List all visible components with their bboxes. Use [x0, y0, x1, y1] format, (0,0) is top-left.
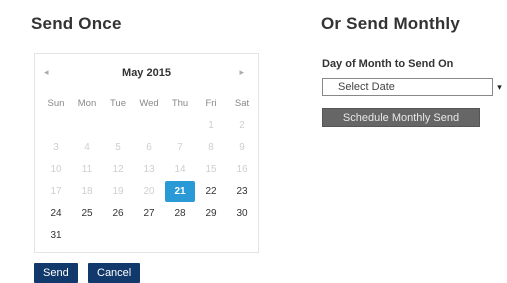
weekday-label: Sun: [47, 98, 65, 109]
day-of-month-select[interactable]: Select Date ▾: [322, 78, 506, 96]
calendar-grid: Sun Mon Tue Wed Thu Fri Sat 1 2 3 4 5 6 7 8 9 10 11 12 13 14…: [41, 93, 257, 246]
select-value: Select Date: [338, 81, 395, 93]
calendar-day-disabled: 1: [208, 120, 214, 131]
date-picker: ◂ May 2015 ▸ Sun Mon Tue Wed Thu Fri Sat 1 2 3 4 5 6…: [34, 53, 259, 253]
calendar-day[interactable]: 30: [227, 203, 257, 224]
calendar-day-disabled: 2: [239, 120, 245, 131]
calendar-empty-cell: [134, 225, 164, 246]
cancel-button[interactable]: Cancel: [88, 263, 141, 283]
weekday-label: Fri: [205, 98, 217, 109]
calendar-empty-cell: [72, 115, 102, 136]
calendar-month-title: May 2015: [122, 67, 171, 79]
calendar-day-disabled: 20: [143, 186, 155, 197]
next-month-icon[interactable]: ▸: [239, 67, 244, 78]
calendar-day-disabled: 10: [50, 164, 62, 175]
calendar-empty-cell: [72, 225, 102, 246]
weekday-label: Mon: [77, 98, 97, 109]
send-monthly-title: Or Send Monthly: [321, 14, 460, 33]
calendar-empty-cell: [134, 115, 164, 136]
calendar-day[interactable]: 28: [165, 203, 195, 224]
calendar-day-selected[interactable]: 21: [165, 181, 195, 202]
calendar-empty-cell: [196, 225, 226, 246]
calendar-empty-cell: [103, 115, 133, 136]
calendar-day-disabled: 7: [177, 142, 183, 153]
calendar-empty-cell: [165, 225, 195, 246]
chevron-down-icon: ▾: [492, 78, 506, 96]
calendar-day-disabled: 12: [112, 164, 124, 175]
day-of-month-label: Day of Month to Send On: [322, 58, 454, 70]
calendar-empty-cell: [103, 225, 133, 246]
calendar-day[interactable]: 27: [134, 203, 164, 224]
calendar-day-disabled: 15: [205, 164, 217, 175]
calendar-day-disabled: 6: [146, 142, 152, 153]
calendar-day-disabled: 4: [84, 142, 90, 153]
calendar-day-disabled: 8: [208, 142, 214, 153]
weekday-label: Wed: [139, 98, 159, 109]
calendar-empty-cell: [165, 115, 195, 136]
calendar-day-disabled: 14: [174, 164, 186, 175]
calendar-day-disabled: 18: [81, 186, 93, 197]
send-button[interactable]: Send: [34, 263, 78, 283]
calendar-day-disabled: 3: [53, 142, 59, 153]
calendar-header: ◂ May 2015 ▸: [35, 67, 258, 83]
calendar-day-disabled: 9: [239, 142, 245, 153]
calendar-day-disabled: 13: [143, 164, 155, 175]
calendar-day[interactable]: 23: [227, 181, 257, 202]
weekday-label: Tue: [109, 98, 127, 109]
schedule-monthly-send-button[interactable]: Schedule Monthly Send: [322, 108, 480, 127]
calendar-day[interactable]: 31: [41, 225, 71, 246]
calendar-day-disabled: 16: [236, 164, 248, 175]
calendar-day-disabled: 17: [50, 186, 62, 197]
weekday-label: Thu: [171, 98, 189, 109]
calendar-day-disabled: 11: [81, 164, 93, 175]
calendar-day-disabled: 5: [115, 142, 121, 153]
calendar-day[interactable]: 29: [196, 203, 226, 224]
calendar-day[interactable]: 25: [72, 203, 102, 224]
calendar-day-disabled: 19: [112, 186, 124, 197]
calendar-day[interactable]: 22: [196, 181, 226, 202]
calendar-day[interactable]: 24: [41, 203, 71, 224]
weekday-label: Sat: [234, 98, 250, 109]
calendar-empty-cell: [227, 225, 257, 246]
calendar-empty-cell: [41, 115, 71, 136]
send-once-title: Send Once: [31, 14, 122, 33]
calendar-day[interactable]: 26: [103, 203, 133, 224]
